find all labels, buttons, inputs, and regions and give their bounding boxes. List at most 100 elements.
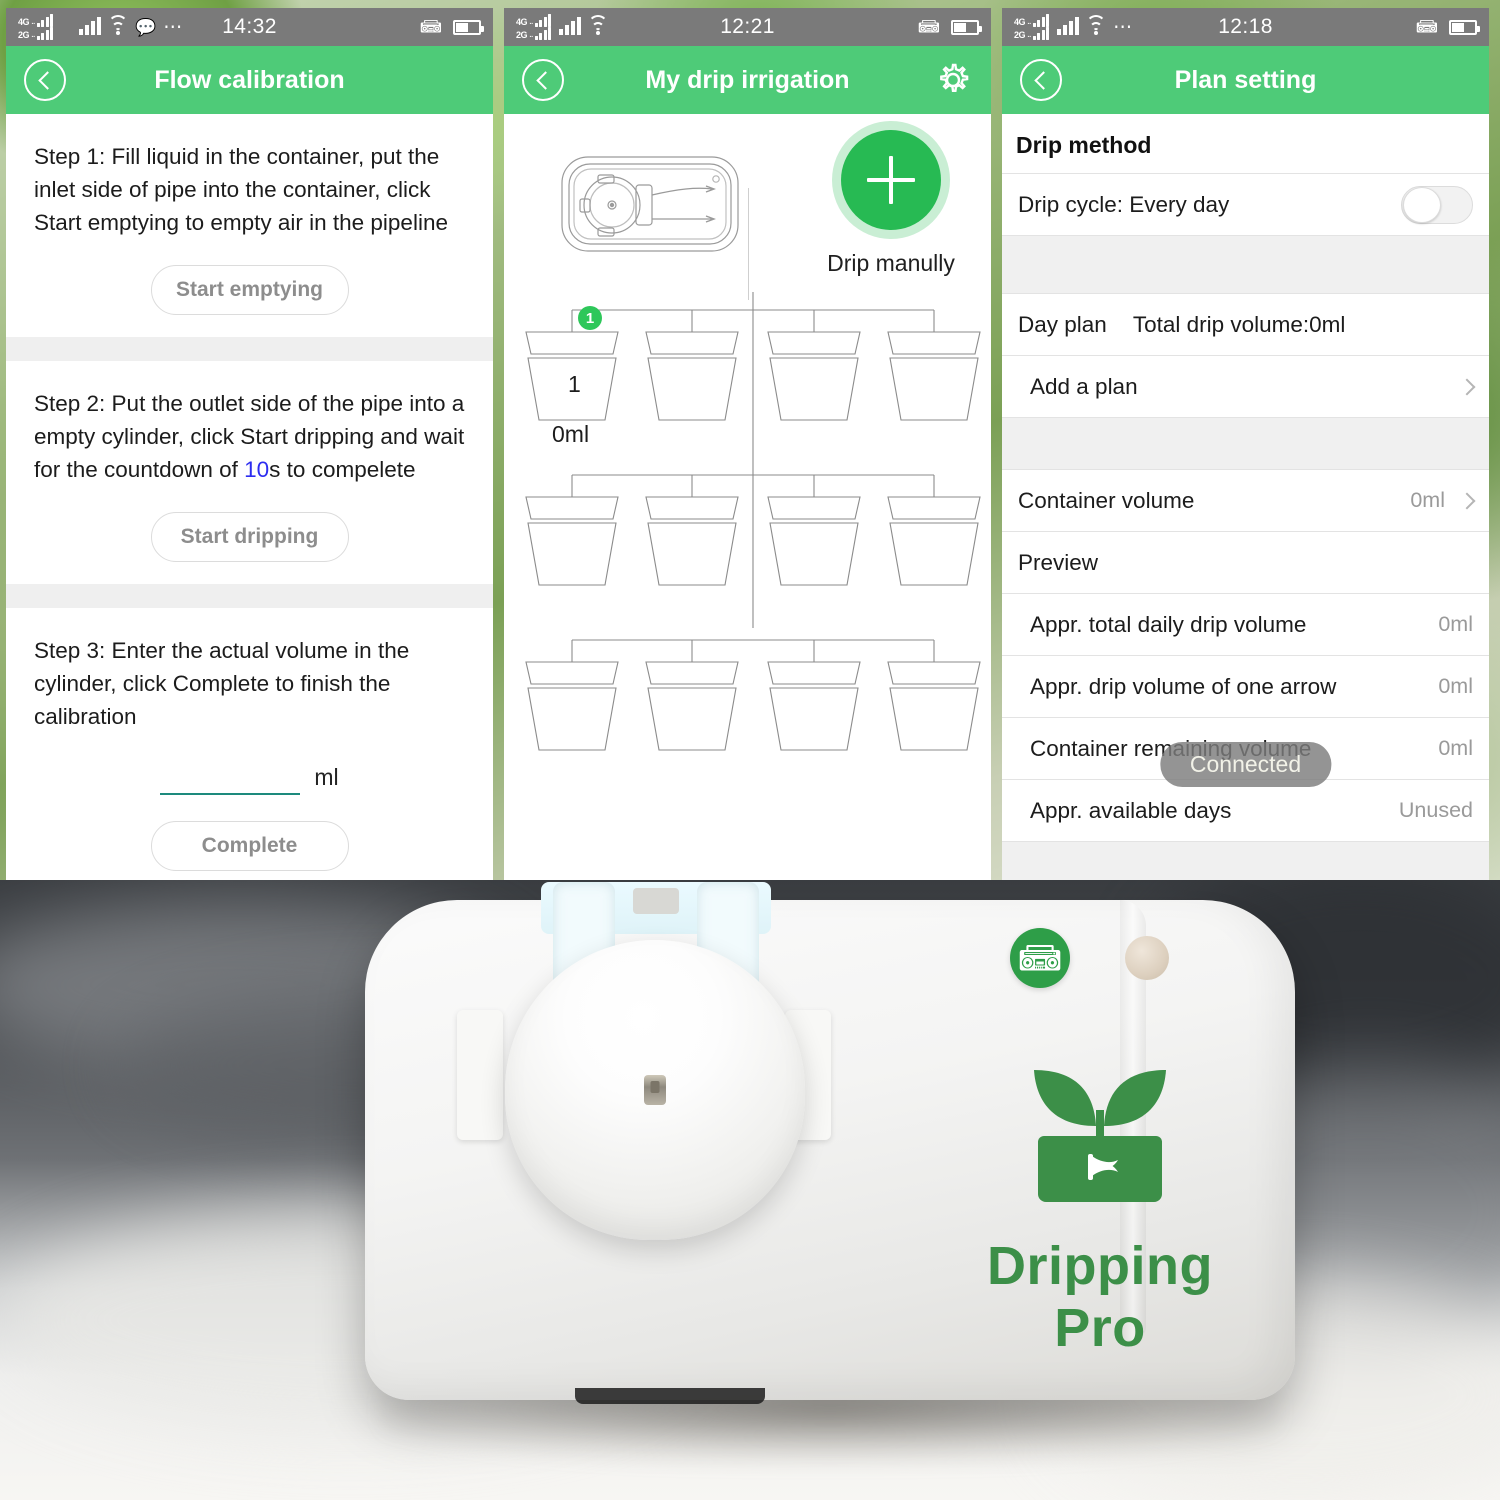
add-a-plan-label: Add a plan [1030,373,1138,399]
preview-row: Appr. total daily drip volume 0ml [1002,593,1489,655]
signal-bars-icon [559,17,582,35]
step-2-text-b: s to compelete [269,457,416,482]
peristaltic-pump-head [445,882,875,1312]
bluetooth-icon: 📾 [1415,16,1438,38]
start-emptying-button[interactable]: Start emptying [150,265,349,315]
volume-input[interactable] [160,755,301,795]
volume-input-row: ml [34,755,465,795]
step-2-card: Step 2: Put the outlet side of the pipe … [6,361,493,584]
brand-name: Dripping Pro [987,1236,1213,1358]
drip-manually-label: Drip manully [827,250,955,276]
container-volume-value: 0ml [1410,488,1445,512]
gear-icon [940,63,969,92]
pot-grid: 1 0ml 1 [504,292,991,852]
dripping-pro-device: 📾 Dripping Pro [365,882,1295,1404]
preview-row-value: 0ml [1438,674,1473,698]
status-bar: 4G.. 2G.. 12:21 📾 [504,8,991,46]
preview-header-row: Preview [1002,531,1489,593]
wifi-icon [1086,15,1107,35]
drip-manually-control[interactable]: Drip manully [816,130,966,277]
status-bar: 4G.. 2G.. ⋯ 12:18 📾 [1002,8,1489,46]
vertical-divider [748,188,750,300]
divider [6,584,493,608]
led-indicator [1125,936,1169,980]
screen-my-drip-irrigation: 4G.. 2G.. 12:21 📾 My drip irrigation Dri… [504,8,991,880]
wechat-icon: 💬 [135,17,157,37]
back-button[interactable] [522,59,564,101]
pot-volume: 0ml [552,421,589,447]
drip-top-section: Drip manully [504,120,991,300]
plus-icon[interactable] [841,130,941,230]
pump-rotor-cover [505,940,805,1240]
page-title: My drip irrigation [645,65,850,94]
ellipsis-icon: ⋯ [1113,16,1134,38]
container-volume-row[interactable]: Container volume 0ml [1002,469,1489,531]
step-1-card: Step 1: Fill liquid in the container, pu… [6,114,493,337]
battery-icon [951,19,982,35]
pump-axle [644,1075,666,1105]
start-dripping-button[interactable]: Start dripping [150,512,349,562]
volume-unit-label: ml [314,764,339,790]
signal-bars-icon [79,17,102,35]
step-3-card: Step 3: Enter the actual volume in the c… [6,608,493,880]
step-3-text: Step 3: Enter the actual volume in the c… [34,638,410,729]
wifi-icon [108,15,129,35]
complete-button[interactable]: Complete [150,821,349,871]
chevron-right-icon [1458,378,1476,395]
toast-message: Connected [1159,742,1332,787]
plant-logo-icon [1034,1070,1166,1202]
bluetooth-icon: 📾 [917,16,940,38]
status-bar: 4G.. 2G.. 2G 4G 💬 ⋯ 14:32 📾 [6,8,493,46]
back-button[interactable] [1020,59,1062,101]
drip-method-title: Drip method [1016,132,1152,158]
device-illustration [556,149,746,264]
pump-bracket-left [457,1010,503,1140]
preview-row-label: Appr. total daily drip volume [1030,611,1307,637]
section-gap [1002,841,1489,880]
signal-icon: 4G.. 2G.. [516,13,552,40]
drip-cycle-row[interactable]: Drip cycle: Every day [1002,173,1489,235]
page-title: Plan setting [1174,65,1317,94]
ellipsis-icon: ⋯ [163,16,184,38]
add-a-plan-row[interactable]: Add a plan [1002,355,1489,417]
preview-row-value: Unused [1398,798,1473,822]
screen-flow-calibration: 4G.. 2G.. 2G 4G 💬 ⋯ 14:32 📾 Flow calibr [6,8,493,880]
bluetooth-icon: 📾 [419,16,442,38]
settings-button[interactable] [933,60,973,100]
countdown-seconds: 10 [244,457,270,482]
product-photo: 📾 Dripping Pro [0,880,1500,1500]
step-2-text: Step 2: Put the outlet side of the pipe … [34,387,465,486]
pot-active-badge[interactable]: 1 [578,306,602,330]
section-gap [1002,235,1489,293]
chevron-left-icon [536,70,555,90]
pot-number: 1 [568,371,581,397]
app-bar: Flow calibration [6,46,493,114]
preview-row-value: 0ml [1438,736,1473,760]
back-button[interactable] [24,59,66,101]
app-bar: Plan setting [1002,46,1489,114]
step-1-text: Step 1: Fill liquid in the container, pu… [34,144,448,235]
day-plan-total: Total drip volume:0ml [1132,311,1346,337]
drip-cycle-label: Drip cycle: Every day [1018,191,1230,217]
preview-label: Preview [1018,549,1099,575]
device-foot [575,1388,765,1404]
signal-icon: 4G.. 2G.. [1014,13,1050,40]
preview-row-label: Appr. drip volume of one arrow [1030,673,1337,699]
bluetooth-icon: 📾 [1010,928,1070,988]
battery-icon [453,19,484,35]
app-bar: My drip irrigation [504,46,991,114]
brand-logo: Dripping Pro [965,1030,1235,1359]
screen-plan-setting: 4G.. 2G.. ⋯ 12:18 📾 Plan setting Drip me… [1002,8,1489,880]
signal-bars-icon [1057,17,1080,35]
chevron-left-icon [1034,70,1053,90]
preview-row-label: Appr. available days [1030,797,1232,823]
calibration-body: Step 1: Fill liquid in the container, pu… [6,114,493,880]
drip-cycle-toggle[interactable] [1401,185,1473,224]
chevron-right-icon [1458,492,1476,509]
day-plan-row: Day plan Total drip volume:0ml [1002,293,1489,355]
preview-row: Appr. drip volume of one arrow 0ml [1002,655,1489,717]
battery-icon [1449,19,1480,35]
signal-icon-secondary: 2G 4G [60,18,71,37]
day-plan-label: Day plan [1018,311,1107,337]
pump-clamp-nub [633,888,679,914]
